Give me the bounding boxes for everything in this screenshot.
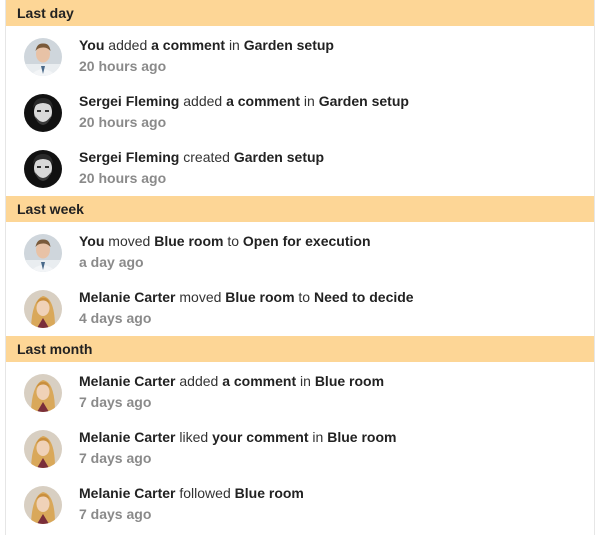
verb: added (183, 93, 223, 109)
target-link[interactable]: Garden setup (319, 93, 409, 109)
object-link[interactable]: your comment (212, 429, 308, 445)
actor-link[interactable]: Sergei Fleming (79, 149, 179, 165)
section-header-last-month: Last month (6, 336, 594, 362)
section-last-month: Melanie Carter added a comment in Blue r… (6, 362, 594, 532)
avatar[interactable] (24, 290, 62, 328)
preposition: in (303, 93, 315, 109)
actor-link[interactable]: You (79, 37, 104, 53)
list-item[interactable]: Melanie Carter liked your comment in Blu… (6, 420, 594, 476)
avatar[interactable] (24, 374, 62, 412)
verb: followed (179, 485, 231, 501)
activity-text: Melanie Carter moved Blue room to Need t… (79, 288, 584, 327)
target-link[interactable]: Need to decide (314, 289, 414, 305)
verb: moved (108, 233, 151, 249)
verb: added (179, 373, 219, 389)
activity-line: Sergei Fleming created Garden setup (79, 148, 584, 166)
activity-line: Melanie Carter added a comment in Blue r… (79, 372, 584, 390)
timestamp: 4 days ago (79, 310, 152, 326)
verb: created (183, 149, 230, 165)
object-link[interactable]: a comment (151, 37, 225, 53)
avatar[interactable] (24, 486, 62, 524)
preposition: in (228, 37, 240, 53)
timestamp: 20 hours ago (79, 170, 167, 186)
actor-link[interactable]: Melanie Carter (79, 485, 175, 501)
timestamp: 7 days ago (79, 450, 152, 466)
section-last-week: You moved Blue room to Open for executio… (6, 222, 594, 336)
activity-line: You added a comment in Garden setup (79, 36, 584, 54)
avatar[interactable] (24, 38, 62, 76)
list-item[interactable]: You added a comment in Garden setup 20 h… (6, 28, 594, 84)
object-link[interactable]: Blue room (225, 289, 294, 305)
actor-link[interactable]: Melanie Carter (79, 373, 175, 389)
timestamp: 20 hours ago (79, 114, 167, 130)
actor-link[interactable]: Sergei Fleming (79, 93, 179, 109)
activity-text: Melanie Carter liked your comment in Blu… (79, 428, 584, 467)
object-link[interactable]: a comment (226, 93, 300, 109)
verb: added (108, 37, 148, 53)
actor-link[interactable]: Melanie Carter (79, 429, 175, 445)
verb: moved (179, 289, 222, 305)
avatar[interactable] (24, 94, 62, 132)
timestamp: 7 days ago (79, 506, 152, 522)
activity-feed: Last day You added a comment in Garden s… (5, 0, 595, 535)
target-link[interactable]: Blue room (327, 429, 396, 445)
target-link[interactable]: Blue room (315, 373, 384, 389)
object-link[interactable]: a comment (222, 373, 296, 389)
preposition: to (227, 233, 240, 249)
verb: liked (179, 429, 209, 445)
avatar[interactable] (24, 430, 62, 468)
activity-line: Melanie Carter liked your comment in Blu… (79, 428, 584, 446)
actor-link[interactable]: You (79, 233, 104, 249)
activity-line: You moved Blue room to Open for executio… (79, 232, 584, 250)
activity-text: Sergei Fleming added a comment in Garden… (79, 92, 584, 131)
timestamp: 20 hours ago (79, 58, 167, 74)
timestamp: a day ago (79, 254, 144, 270)
list-item[interactable]: Sergei Fleming added a comment in Garden… (6, 84, 594, 140)
activity-line: Melanie Carter followed Blue room (79, 484, 584, 502)
timestamp: 7 days ago (79, 394, 152, 410)
object-link[interactable]: Blue room (154, 233, 223, 249)
section-last-day: You added a comment in Garden setup 20 h… (6, 26, 594, 196)
section-header-last-day: Last day (6, 0, 594, 26)
avatar[interactable] (24, 150, 62, 188)
list-item[interactable]: Melanie Carter followed Blue room 7 days… (6, 476, 594, 532)
section-header-last-week: Last week (6, 196, 594, 222)
activity-line: Sergei Fleming added a comment in Garden… (79, 92, 584, 110)
target-link[interactable]: Garden setup (244, 37, 334, 53)
activity-text: Melanie Carter added a comment in Blue r… (79, 372, 584, 411)
preposition: to (298, 289, 311, 305)
list-item[interactable]: Sergei Fleming created Garden setup 20 h… (6, 140, 594, 196)
list-item[interactable]: You moved Blue room to Open for executio… (6, 224, 594, 280)
list-item[interactable]: Melanie Carter moved Blue room to Need t… (6, 280, 594, 336)
activity-text: You added a comment in Garden setup 20 h… (79, 36, 584, 75)
avatar[interactable] (24, 234, 62, 272)
target-link[interactable]: Open for execution (243, 233, 371, 249)
activity-line: Melanie Carter moved Blue room to Need t… (79, 288, 584, 306)
preposition: in (300, 373, 311, 389)
activity-text: Sergei Fleming created Garden setup 20 h… (79, 148, 584, 187)
list-item[interactable]: Melanie Carter added a comment in Blue r… (6, 364, 594, 420)
activity-text: Melanie Carter followed Blue room 7 days… (79, 484, 584, 523)
object-link[interactable]: Blue room (235, 485, 304, 501)
preposition: in (312, 429, 324, 445)
object-link[interactable]: Garden setup (234, 149, 324, 165)
actor-link[interactable]: Melanie Carter (79, 289, 175, 305)
activity-text: You moved Blue room to Open for executio… (79, 232, 584, 271)
